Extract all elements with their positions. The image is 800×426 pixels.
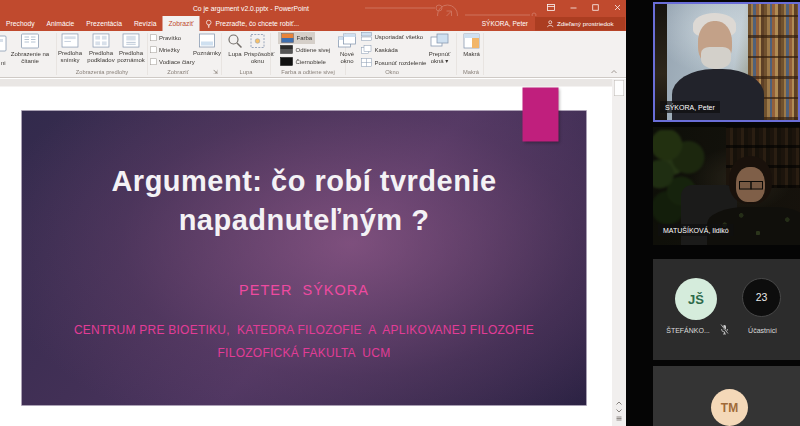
tab-animacie[interactable]: Animácie [41, 16, 81, 31]
macros-icon [463, 33, 480, 49]
titlebar: Co je argument v2.0.pptx - PowerPoint [0, 0, 626, 16]
account-name[interactable]: SÝKORA, Peter [482, 20, 528, 28]
slide-options-icon[interactable] [616, 416, 623, 421]
group-label-masters: Zobrazenia predlohy [56, 69, 148, 75]
avatar-stefanko[interactable]: JŠ [675, 278, 717, 320]
tab-prezentacia[interactable]: Prezentácia [80, 16, 128, 31]
ribbon-options-icon[interactable] [547, 4, 555, 11]
notes-master-button[interactable]: Predloha poznámok [117, 33, 145, 64]
new-window-button[interactable]: Novéokno [333, 33, 361, 65]
color-button[interactable]: Farba [278, 32, 315, 44]
slide[interactable]: Argument: čo robí tvrdenienapadnuteľným … [21, 110, 587, 406]
ribbon-tabs: Prechody Animácie Prezentácia Revízia Zo… [0, 16, 626, 31]
window-title: Co je argument v2.0.pptx - PowerPoint [193, 5, 309, 13]
video1-name-label: SÝKORA, Peter [660, 101, 720, 113]
new-window-icon [338, 33, 357, 49]
fit-window-button[interactable]: Prispôsobiťoknu [244, 33, 271, 65]
maximize-button[interactable] [592, 4, 599, 11]
arrange-all-button[interactable]: Usporiadať všetko [361, 32, 423, 41]
avatar-panel-2: TM [653, 366, 800, 426]
avatar-stefanko-name: ŠTEFÁNKO... [659, 326, 717, 334]
group-label-window: Okno [357, 69, 427, 75]
switch-windows-icon [430, 33, 449, 49]
reading-view-button[interactable]: Zobrazenie na čítanie [6, 33, 54, 65]
arrange-all-icon [361, 32, 372, 41]
fit-window-icon [250, 33, 266, 49]
group-label-show: Zobraziť [150, 69, 206, 75]
grid-checkbox[interactable]: Mriežky [150, 46, 180, 53]
participants-count-circle[interactable]: 23 [742, 278, 781, 317]
next-slide-icon[interactable] [616, 409, 623, 414]
slide-accent-rectangle[interactable] [523, 88, 559, 142]
video2-name-label: MATUŠÍKOVÁ, Ildikó [658, 224, 734, 236]
reading-view-icon [21, 33, 40, 49]
video-tile-sykora[interactable]: SÝKORA, Peter [653, 2, 800, 122]
video1-person-beard [701, 47, 731, 69]
notes-icon [199, 33, 216, 48]
blackwhite-button[interactable]: Čiernobiele [280, 57, 326, 66]
slide-master-icon [61, 33, 79, 48]
scrollbar-thumb[interactable] [614, 80, 624, 96]
zoom-button[interactable]: Lupa [224, 33, 246, 58]
close-button[interactable] [614, 4, 621, 11]
slide-affiliation-line1[interactable]: CENTRUM PRE BIOETIKU, KATEDRA FILOZOFIE … [22, 323, 587, 337]
color-icon [281, 33, 294, 43]
prev-slide-icon[interactable] [616, 401, 623, 406]
video-tile-matusikova[interactable]: MATUŠÍKOVÁ, Ildikó [653, 127, 800, 245]
handout-master-button[interactable]: Predloha podkladov [86, 33, 116, 64]
switch-windows-button[interactable]: Prepnúťokná ▾ [424, 33, 455, 65]
vertical-scrollbar[interactable] [612, 79, 626, 426]
editing-canvas: Argument: čo robí tvrdenienapadnuteľným … [0, 79, 612, 426]
share-button[interactable]: Zdieľaný prostriedok [535, 17, 625, 31]
avatar-panel: JŠ 23 ŠTEFÁNKO... Účastníci [653, 259, 800, 360]
move-split-icon [361, 58, 372, 67]
notes-button[interactable]: Poznámky [193, 33, 221, 57]
slide-author[interactable]: PETER SÝKORA [22, 282, 587, 299]
tab-prechody[interactable]: Prechody [0, 16, 41, 31]
move-split-button[interactable]: Posunúť rozdelenie [361, 58, 426, 67]
ribbon: ni Zobrazenie na čítanie Predloha snímky… [0, 31, 626, 78]
group-label-macros: Makrá [450, 69, 492, 75]
lightbulb-icon [205, 19, 212, 28]
magnifier-icon [227, 33, 243, 49]
slide-master-button[interactable]: Predloha snímky [56, 33, 84, 64]
ruler-checkbox[interactable]: Pravítko [150, 34, 181, 41]
video1-person-body [672, 69, 764, 122]
mic-muted-icon [720, 324, 729, 335]
person-icon [546, 20, 554, 28]
group-label-zoom: Lupa [225, 69, 267, 75]
meeting-sidebar: SÝKORA, Peter MATUŠÍKOVÁ, Ildikó JŠ 23 Š… [626, 0, 800, 426]
slide-title[interactable]: Argument: čo robí tvrdenienapadnuteľným … [22, 162, 587, 240]
cascade-button[interactable]: Kaskáda [361, 45, 398, 54]
grayscale-button[interactable]: Odtiene sivej [280, 45, 330, 54]
guides-checkbox[interactable]: Vodiace čiary [150, 58, 195, 65]
clipped-button[interactable]: ni [1, 60, 6, 67]
tellme-box[interactable]: Prezraďte, čo chcete robiť... [199, 16, 305, 31]
slide-nav-buttons[interactable] [612, 401, 626, 421]
macros-button[interactable]: Makrá [459, 33, 484, 58]
tab-revizia[interactable]: Revízia [128, 16, 163, 31]
screen: Co je argument v2.0.pptx - PowerPoint Pr… [0, 0, 800, 426]
participants-label: Účastníci [741, 326, 784, 334]
handout-master-icon [92, 33, 110, 48]
notes-master-icon [122, 33, 140, 48]
collapse-ribbon-icon[interactable] [610, 69, 618, 74]
avatar-tm[interactable]: TM [711, 389, 748, 426]
slide-affiliation-line2[interactable]: FILOZOFICKÁ FAKULTA UCM [22, 346, 587, 360]
blackwhite-icon [280, 57, 293, 66]
powerpoint-window: Co je argument v2.0.pptx - PowerPoint Pr… [0, 0, 626, 426]
group-label-color: Farba a odtiene sivej [273, 69, 343, 75]
cascade-icon [361, 45, 372, 54]
grayscale-icon [280, 45, 293, 54]
tab-zobrazit[interactable]: Zobraziť [162, 16, 199, 31]
dialog-launcher-icon[interactable]: ⇲ [213, 68, 218, 75]
minimize-button[interactable] [570, 4, 577, 11]
